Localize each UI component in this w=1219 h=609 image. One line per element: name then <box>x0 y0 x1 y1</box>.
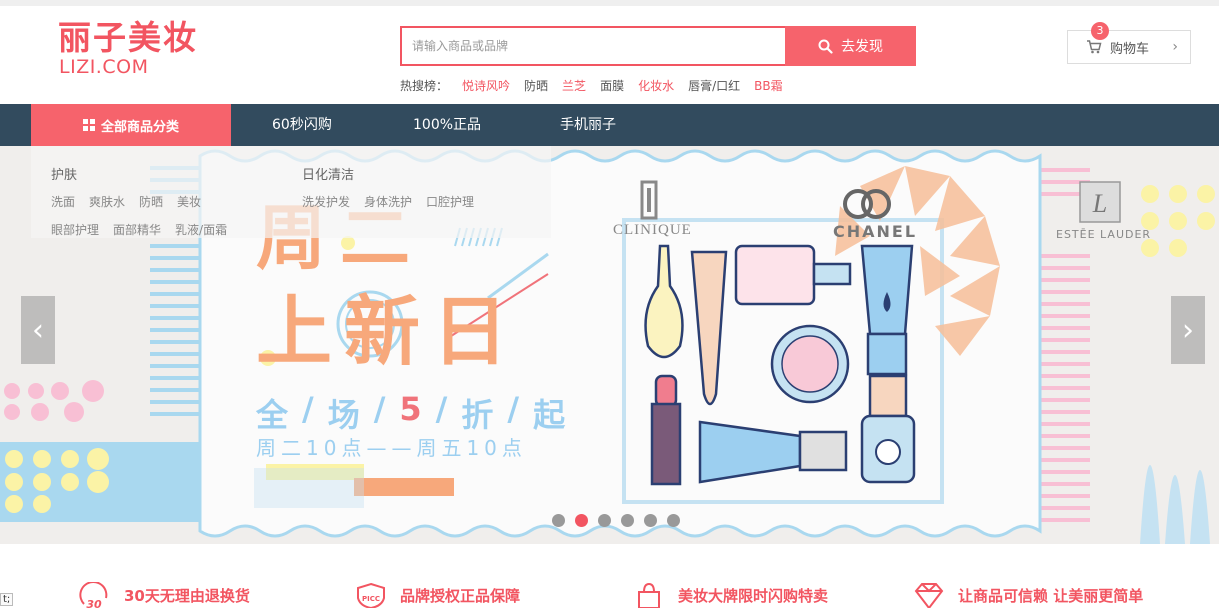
chevron-left-icon: ‹ <box>32 312 44 348</box>
category-link[interactable]: 爽肤水 <box>89 193 125 210</box>
diamond-icon <box>914 583 944 608</box>
edge-cut-text: t; <box>0 593 14 606</box>
category-title-skincare[interactable]: 护肤 <box>51 164 77 183</box>
category-panel: 护肤 洗面 爽肤水 防晒 美妆 眼部护理 面部精华 乳液/面霜 日化清洁 洗发护… <box>31 146 551 238</box>
brand-label-estee-lauder: ESTĒE LAUDER <box>1056 228 1152 241</box>
banner-line-3: 全 / 场/ 5/ 折 / 起 <box>256 390 570 434</box>
search-button-label: 去发现 <box>841 39 883 55</box>
grid-icon <box>82 119 95 131</box>
carousel-dot[interactable] <box>621 514 634 527</box>
cart-label: 购物车 <box>1110 41 1150 57</box>
search-bar: 去发现 <box>400 26 916 66</box>
search-button[interactable]: 去发现 <box>785 26 916 66</box>
brand-label-chanel: CHANEL <box>833 222 918 241</box>
nav-item-flash-sale[interactable]: 60秒闪购 <box>272 104 332 146</box>
category-link[interactable]: 眼部护理 <box>51 221 99 238</box>
picc-shield-icon: PICC <box>357 582 385 608</box>
brand-label-clinique: CLINIQUE <box>613 222 692 238</box>
all-categories-button[interactable]: 全部商品分类 <box>31 104 231 146</box>
nav-item-mobile[interactable]: 手机丽子 <box>560 104 616 146</box>
banner-char: 场 <box>327 396 364 434</box>
banner-char: 全 <box>256 396 293 434</box>
feature-flash-sale[interactable]: 美妆大牌限时闪购特卖 <box>632 582 828 608</box>
cart-count-badge: 3 <box>1091 22 1109 40</box>
hot-search-item[interactable]: 唇膏/口红 <box>688 77 740 94</box>
carousel-dot[interactable] <box>575 514 588 527</box>
banner-line-4: 周二10点——周五10点 <box>256 436 527 460</box>
cart-icon <box>1087 40 1102 54</box>
feature-label: 让商品可信赖 让美丽更简单 <box>958 586 1144 605</box>
site-logo[interactable]: 丽子美妆 LIZI.COM <box>58 18 208 79</box>
next-slide-button[interactable]: › <box>1171 296 1205 364</box>
chevron-right-icon: › <box>1182 312 1194 348</box>
search-input[interactable] <box>400 26 786 66</box>
feature-label: 品牌授权正品保障 <box>400 586 521 605</box>
logo-chinese: 丽子美妆 <box>58 18 198 57</box>
category-link[interactable]: 口腔护理 <box>426 193 474 210</box>
feature-authentic[interactable]: PICC 品牌授权正品保障 <box>354 582 520 608</box>
hot-search-item[interactable]: 面膜 <box>600 77 624 94</box>
hot-search-list: 热搜榜： 悦诗风吟 防晒 兰芝 面膜 化妆水 唇膏/口红 BB霜 <box>400 77 783 94</box>
category-link[interactable]: 乳液/面霜 <box>175 221 227 238</box>
hot-search-item[interactable]: 防晒 <box>524 77 548 94</box>
carousel-dots <box>552 514 680 527</box>
carousel-dot[interactable] <box>667 514 680 527</box>
banner-char: 折 <box>461 396 498 434</box>
category-link[interactable]: 面部精华 <box>113 221 161 238</box>
category-link[interactable]: 美妆 <box>177 193 201 210</box>
main-nav: 全部商品分类 60秒闪购 100%正品 手机丽子 <box>0 104 1219 146</box>
hot-search-item[interactable]: 兰芝 <box>562 77 586 94</box>
feature-trust[interactable]: 让商品可信赖 让美丽更简单 <box>912 582 1143 608</box>
30-day-return-icon: 30 <box>79 582 108 608</box>
hot-search-item[interactable]: 悦诗风吟 <box>462 77 510 94</box>
shopping-bag-icon <box>638 582 660 608</box>
nav-item-authentic[interactable]: 100%正品 <box>413 104 481 146</box>
top-strip <box>0 0 1219 6</box>
hot-search-item[interactable]: BB霜 <box>754 77 782 94</box>
picc-text: PICC <box>362 595 380 603</box>
feature-return[interactable]: 30 30天无理由退换货 <box>78 582 250 608</box>
carousel-dot[interactable] <box>552 514 565 527</box>
feature-label: 30天无理由退换货 <box>124 586 250 605</box>
carousel-dot[interactable] <box>644 514 657 527</box>
category-link[interactable]: 防晒 <box>139 193 163 210</box>
carousel-dot[interactable] <box>598 514 611 527</box>
service-features: 30 30天无理由退换货 PICC 品牌授权正品保障 美妆大牌限时闪购特卖 让商… <box>0 560 1219 609</box>
dot-pattern-left <box>4 380 104 422</box>
estee-lauder-logo: L <box>1079 181 1121 223</box>
banner-char: 起 <box>533 396 570 434</box>
search-icon <box>818 39 833 54</box>
cart-button[interactable]: 购物车 3 › <box>1067 22 1191 64</box>
hot-search-item[interactable]: 化妆水 <box>638 77 674 94</box>
prev-slide-button[interactable]: ‹ <box>21 296 55 364</box>
hot-search-label: 热搜榜： <box>400 79 449 93</box>
return-days-text: 30 <box>86 598 102 608</box>
feature-label: 美妆大牌限时闪购特卖 <box>678 586 829 605</box>
logo-english: LIZI.COM <box>59 56 149 78</box>
all-categories-label: 全部商品分类 <box>100 119 179 135</box>
svg-text:L: L <box>1092 189 1107 218</box>
category-link[interactable]: 洗发护发 <box>302 193 350 210</box>
category-link[interactable]: 洗面 <box>51 193 75 210</box>
banner-char-highlight: 5 <box>399 390 426 428</box>
banner-line-2: 上新日 <box>256 287 520 376</box>
category-link[interactable]: 身体洗护 <box>364 193 412 210</box>
category-title-cleaning[interactable]: 日化清洁 <box>302 164 354 183</box>
chevron-right-icon: › <box>1172 39 1178 55</box>
